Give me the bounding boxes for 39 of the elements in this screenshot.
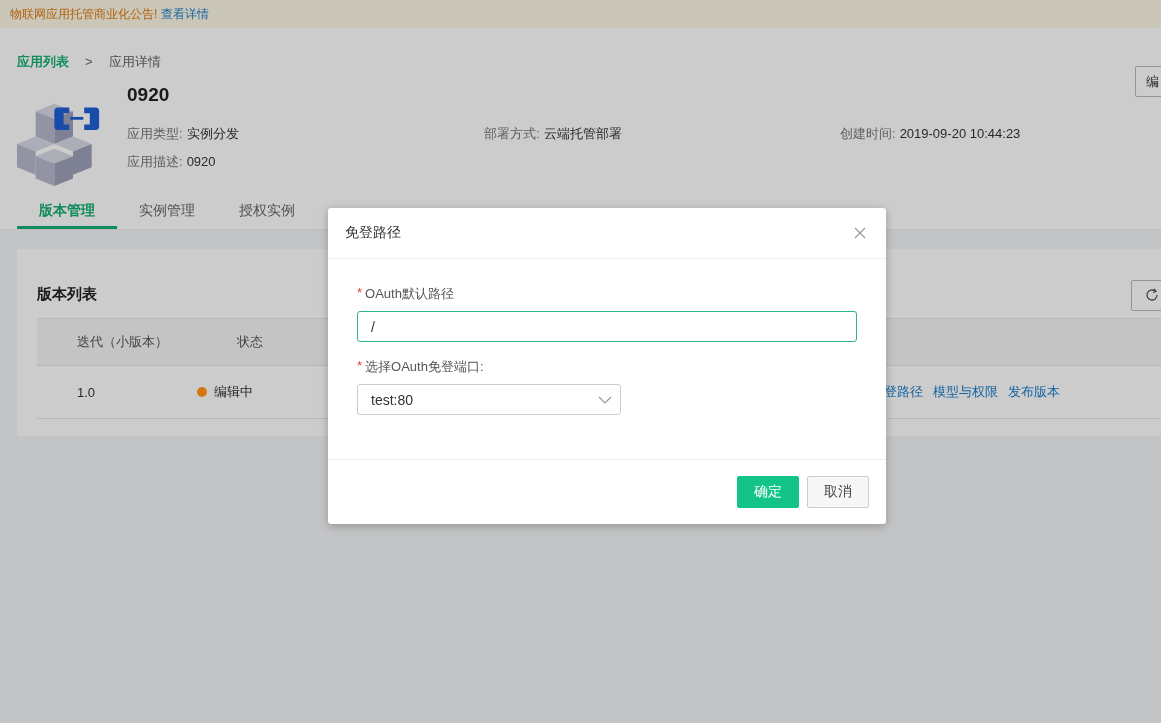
meta-value: 0920 [186, 153, 216, 171]
action-link[interactable]: 发布版本 [1008, 383, 1060, 401]
dialog-title: 免登路径 [345, 224, 401, 242]
required-mark: * [357, 285, 363, 302]
breadcrumb-link[interactable]: 应用列表 [17, 54, 69, 70]
tab[interactable]: 授权实例 [217, 196, 317, 229]
refresh-icon [1145, 288, 1159, 302]
action-link[interactable]: 模型与权限 [933, 383, 998, 401]
card-title: 版本列表 [37, 284, 97, 304]
meta-value: 云端托管部署 [543, 125, 622, 143]
meta-label: 应用描述: [127, 153, 183, 171]
select-field[interactable]: test:80 [357, 384, 621, 415]
confirm-button[interactable]: 确定 [737, 476, 799, 508]
details-link[interactable]: 查看详情 [161, 5, 210, 23]
meta-value: 实例分发 [186, 125, 239, 143]
breadcrumb-item: 应用详情 [108, 54, 161, 70]
edit-button[interactable]: 编 [1135, 66, 1161, 97]
meta-label: 部署方式: [484, 125, 540, 143]
close-icon [854, 227, 866, 239]
column-header: 迭代（小版本） [76, 333, 169, 351]
table-cell-text: 1.0 [76, 384, 97, 400]
app-name: 0920 [127, 83, 171, 107]
meta-label: 创建时间: [840, 125, 896, 143]
field-label: OAuth默认路径 [365, 285, 454, 303]
notice-text: 物联网应用托管商业化公告! [10, 5, 158, 23]
cancel-button[interactable]: 取消 [807, 476, 869, 508]
meta-label: 应用类型: [127, 125, 183, 143]
column-header: 状态 [236, 333, 264, 351]
chevron-down-icon [598, 395, 612, 404]
close-button[interactable] [854, 227, 866, 239]
required-mark: * [357, 358, 363, 375]
field-label: 选择OAuth免登端口: [365, 358, 484, 376]
meta-value: 2019-09-20 10:44:23 [899, 125, 1021, 143]
action-link[interactable]: 登路径 [884, 383, 923, 401]
breadcrumb-item: > [85, 54, 93, 70]
status-text: 编辑中 [214, 383, 253, 401]
input-field[interactable]: / [357, 311, 857, 342]
refresh-button[interactable] [1131, 279, 1161, 311]
tab[interactable]: 实例管理 [117, 196, 217, 229]
